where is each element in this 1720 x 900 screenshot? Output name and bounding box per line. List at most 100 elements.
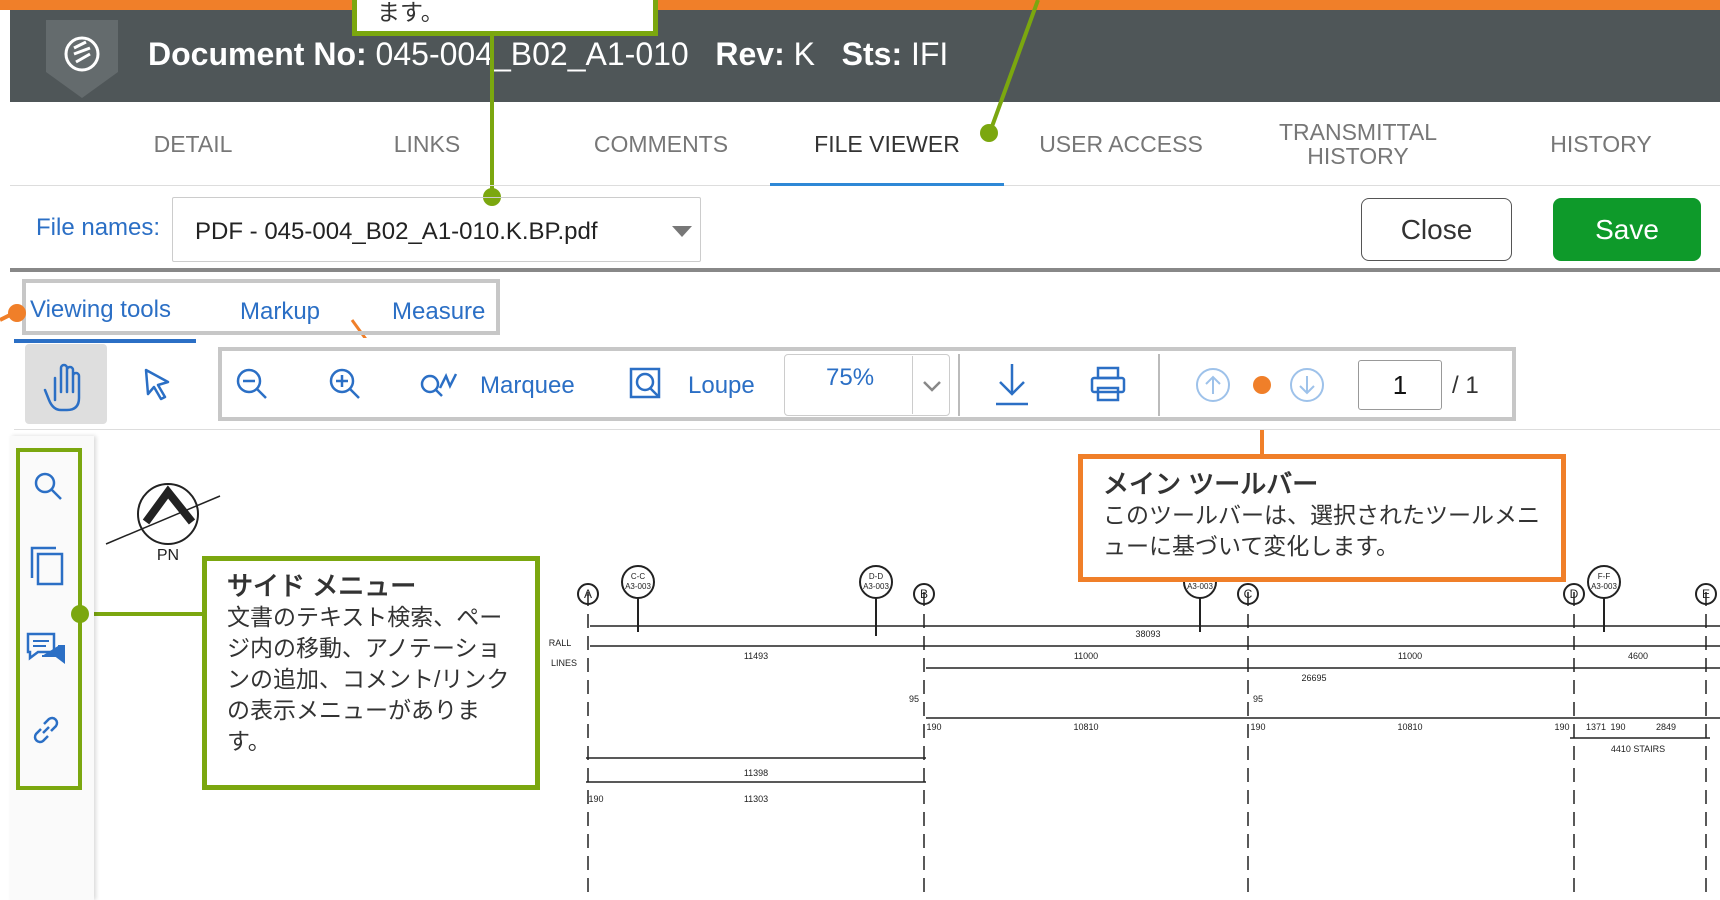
main-toolbar-callout-body: このツールバーは、選択されたツールメニューに基づいて変化します。 [1103,502,1540,559]
toolbar-divider [958,354,960,416]
svg-text:11000: 11000 [1398,651,1422,661]
side-menu-callout-title: サイド メニュー [227,571,417,601]
tab-history[interactable]: HISTORY [1484,102,1718,186]
svg-text:11000: 11000 [1074,651,1098,661]
viewer-tab-indicator [14,339,196,343]
svg-text:10810: 10810 [1073,722,1098,732]
svg-text:2849: 2849 [1656,722,1676,732]
svg-text:190: 190 [1610,722,1625,732]
svg-text:E: E [1702,587,1710,601]
tab-detail[interactable]: DETAIL [76,102,310,186]
page-number-input[interactable]: 1 [1358,360,1442,410]
tab-measure[interactable]: Measure [392,298,485,326]
page-total: / 1 [1452,372,1479,399]
pages-icon [30,546,64,586]
callout-dot [71,605,89,623]
svg-text:C-C: C-C [631,572,645,581]
app-logo-icon [40,20,124,98]
side-menu-callout: サイド メニュー 文書のテキスト検索、ページ内の移動、アノテーションの追加、コメ… [202,556,540,790]
chevron-down-icon[interactable] [672,226,692,237]
next-page-button[interactable] [1288,366,1326,404]
svg-text:RALL: RALL [549,638,572,648]
svg-text:11398: 11398 [744,768,768,778]
loupe-label[interactable]: Loupe [688,372,755,400]
header-accent-line [0,0,1720,10]
svg-text:190: 190 [588,794,603,804]
loupe-icon [629,367,661,399]
marquee-label[interactable]: Marquee [480,372,575,400]
callout-dot [1253,376,1271,394]
tab-transmittal-history[interactable]: TRANSMITTAL HISTORY [1238,102,1478,186]
svg-text:B: B [920,587,928,601]
svg-text:F-F: F-F [1598,572,1611,581]
tab-viewing-tools[interactable]: Viewing tools [30,296,171,324]
zoom-divider [912,356,913,414]
pan-tool-button[interactable] [25,344,107,424]
tab-user-access[interactable]: USER ACCESS [1004,102,1238,186]
callout-dot [8,304,26,322]
file-names-select[interactable]: PDF - 045-004_B02_A1-010.K.BP.pdf [172,197,701,262]
svg-text:95: 95 [1253,694,1263,704]
file-names-label: File names: [36,214,161,241]
svg-text:4600: 4600 [1628,651,1648,661]
side-pages-button[interactable] [28,544,68,588]
document-tabs: DETAIL LINKS COMMENTS FILE VIEWER USER A… [10,102,1720,186]
svg-text:LINES: LINES [551,658,577,668]
svg-text:C: C [1244,587,1253,601]
pointer-icon [144,368,170,401]
svg-text:D-D: D-D [869,572,883,581]
print-button[interactable] [1088,364,1128,404]
marquee-icon [420,372,458,397]
svg-text:95: 95 [909,694,919,704]
arrow-down-circle-icon [1290,368,1324,402]
top-callout: ます。 [352,0,658,36]
svg-text:190: 190 [1554,722,1569,732]
zoom-in-button[interactable] [327,366,363,402]
select-tool-button[interactable] [138,364,178,404]
side-menu-callout-body: 文書のテキスト検索、ページ内の移動、アノテーションの追加、コメント/リンクの表示… [227,604,510,754]
close-button[interactable]: Close [1361,198,1512,261]
side-search-button[interactable] [32,470,64,502]
hand-pan-icon [43,363,81,412]
svg-text:D: D [1570,587,1579,601]
zoom-value: 75% [826,364,875,391]
search-icon [34,472,62,500]
svg-text:A: A [584,587,592,601]
link-icon [33,716,59,744]
svg-text:26695: 26695 [1301,673,1326,683]
tab-file-viewer[interactable]: FILE VIEWER [770,102,1004,186]
svg-text:11303: 11303 [744,794,768,804]
zoom-out-icon [236,368,267,399]
print-icon [1090,366,1126,402]
save-button[interactable]: Save [1553,198,1701,261]
svg-text:PN: PN [157,547,179,564]
side-comments-button[interactable] [24,628,68,668]
svg-text:1371: 1371 [1586,722,1606,732]
svg-text:10810: 10810 [1397,722,1422,732]
active-tab-indicator [770,183,1004,186]
svg-text:38093: 38093 [1135,629,1160,639]
tab-markup[interactable]: Markup [240,298,320,326]
side-links-button[interactable] [28,712,64,748]
tab-links[interactable]: LINKS [310,102,544,186]
marquee-button[interactable] [416,366,460,402]
main-toolbar-callout-title: メイン ツールバー [1103,469,1319,499]
prev-page-button[interactable] [1194,366,1232,404]
zoom-in-icon [329,368,360,399]
svg-text:A3-003: A3-003 [1591,582,1617,591]
download-button[interactable] [992,360,1032,408]
svg-text:A3-003: A3-003 [1187,582,1213,591]
arrow-up-circle-icon [1196,368,1230,402]
svg-text:4410 STAIRS: 4410 STAIRS [1611,744,1665,754]
svg-text:11493: 11493 [744,651,768,661]
main-toolbar-callout: メイン ツールバー このツールバーは、選択されたツールメニューに基づいて変化しま… [1078,454,1566,582]
zoom-out-button[interactable] [234,366,270,402]
loupe-button[interactable] [628,366,664,402]
chevron-down-icon[interactable] [920,376,944,396]
tab-comments[interactable]: COMMENTS [544,102,778,186]
document-header: Document No: 045-004_B02_A1-010 Rev: K S… [10,10,1720,102]
svg-text:190: 190 [926,722,941,732]
toolbar-divider [1158,354,1160,416]
comments-icon [26,632,65,664]
svg-text:190: 190 [1250,722,1265,732]
